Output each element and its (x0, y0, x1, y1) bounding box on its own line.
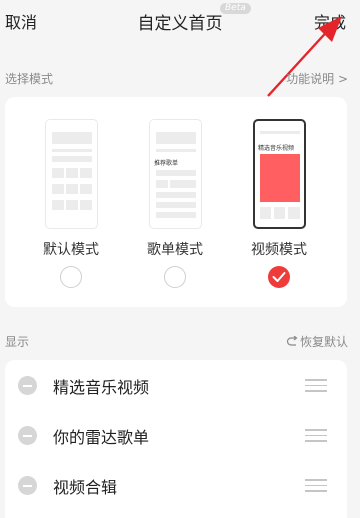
mode-section-label: 选择模式 (5, 72, 54, 86)
playlist-mode-radio[interactable] (164, 266, 186, 288)
video-preview-text: 精选音乐视频 (258, 145, 295, 152)
list-item: 视频合辑 (5, 460, 347, 510)
list-item: 你的雷达歌单 (5, 410, 347, 460)
drag-handle-icon[interactable] (305, 379, 327, 392)
drag-handle-icon[interactable] (305, 429, 327, 442)
default-mode-label: 默认模式 (43, 242, 99, 258)
default-mode-radio[interactable] (60, 266, 82, 288)
default-mode-preview[interactable] (45, 119, 98, 229)
list-item-label: 视频合辑 (53, 478, 118, 497)
restore-default-label: 恢复默认 (299, 335, 348, 349)
display-section-label: 显示 (5, 335, 30, 349)
check-icon (272, 272, 286, 282)
list-item-label: 精选音乐视频 (53, 378, 150, 397)
restore-default-button[interactable]: 恢复默认 (286, 333, 348, 350)
video-mode-preview[interactable]: 精选音乐视频 (253, 119, 306, 229)
beta-badge: Beta (220, 3, 251, 14)
playlist-mode-preview[interactable]: 推荐歌单 (149, 119, 202, 229)
restore-icon (286, 335, 298, 346)
display-items-list: 精选音乐视频 你的雷达歌单 视频合辑 (5, 360, 347, 518)
playlist-mode-label: 歌单模式 (147, 242, 203, 258)
video-mode-radio[interactable] (268, 266, 290, 288)
video-thumbnail (260, 154, 300, 202)
remove-icon[interactable] (18, 476, 37, 495)
playlist-preview-text: 推荐歌单 (154, 160, 179, 167)
list-item-label: 你的雷达歌单 (53, 428, 150, 447)
annotation-arrow-icon (267, 16, 342, 97)
list-item: 精选音乐视频 (5, 360, 347, 410)
video-mode-label: 视频模式 (251, 242, 307, 258)
remove-icon[interactable] (18, 426, 37, 445)
feature-help-link[interactable]: 功能说明 > (286, 70, 348, 87)
mode-selector-card: 推荐歌单 精选音乐视频 默认模式 歌单模式 视频模式 (5, 97, 347, 307)
remove-icon[interactable] (18, 376, 37, 395)
drag-handle-icon[interactable] (305, 479, 327, 492)
